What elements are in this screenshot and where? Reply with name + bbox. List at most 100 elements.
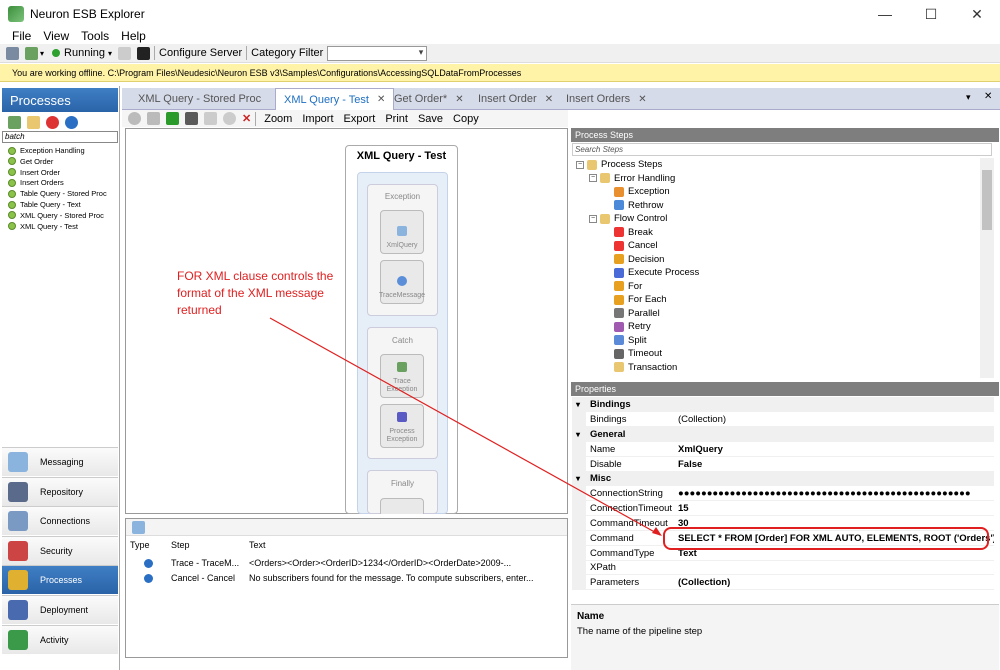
copy-button[interactable]: Copy [453,113,479,125]
collapse-icon[interactable]: − [576,160,584,169]
process-exception-step[interactable]: Process Exception [380,404,424,448]
tab-insert-order[interactable]: Insert Order ✕ [470,88,561,110]
deploy-icon[interactable] [25,46,38,60]
process-search-input[interactable]: batch [2,131,118,143]
configure-server-button[interactable]: Configure Server [159,47,242,59]
process-item[interactable]: Insert Order [8,168,60,177]
close-icon[interactable]: ✕ [545,94,553,105]
copy-icon[interactable] [132,521,145,534]
running-status[interactable]: Running [64,47,105,59]
process-item[interactable]: Insert Orders [8,178,64,187]
property-row[interactable]: Bindings (Collection) [572,412,994,427]
property-value[interactable]: (Collection) [678,412,994,427]
import-button[interactable]: Import [302,113,333,125]
property-value[interactable]: ●●●●●●●●●●●●●●●●●●●●●●●●●●●●●●●●●●●●●●●●… [678,486,994,501]
delete-icon[interactable] [46,115,59,129]
property-category[interactable]: ▾ General [572,426,994,442]
stop-icon[interactable] [128,112,141,125]
step-item[interactable]: Split [614,335,646,346]
property-value[interactable]: (Collection) [678,575,994,590]
property-row[interactable]: XPath [572,560,994,576]
property-row[interactable]: Name XmlQuery [572,441,994,457]
search-steps-input[interactable]: Search Steps [572,143,992,156]
step-group[interactable]: − Flow Control [589,213,667,224]
step-group[interactable]: − Error Handling [589,173,675,184]
finally-step[interactable] [380,498,424,514]
property-row[interactable]: ConnectionTimeout 15 [572,501,994,517]
nav-activity[interactable]: Activity [2,624,118,654]
process-item[interactable]: Table Query - Stored Proc [8,189,107,198]
tab-xml-query-test[interactable]: XML Query - Test ✕ [275,88,395,110]
close-tab-icon[interactable]: ✕ [984,91,992,102]
tab-list-icon[interactable]: ▾ [966,92,971,103]
tab-insert-orders[interactable]: Insert Orders ✕ [558,88,655,110]
info-icon[interactable] [65,115,78,129]
print-button[interactable]: Print [385,113,408,125]
nav-connections[interactable]: Connections [2,506,118,536]
process-item[interactable]: XML Query - Test [8,222,78,231]
process-item[interactable]: Table Query - Text [8,200,81,209]
step-item[interactable]: Break [614,227,653,238]
step-item[interactable]: Rethrow [614,200,663,211]
collapse-icon[interactable]: − [589,214,597,223]
collapse-icon[interactable]: ▾ [576,471,580,486]
menu-view[interactable]: View [43,29,69,43]
collapse-icon[interactable]: ▾ [576,397,580,412]
xmlquery-step[interactable]: XmlQuery [380,210,424,254]
minimize-button[interactable]: — [862,0,908,28]
nav-repository[interactable]: Repository [2,476,118,506]
maximize-button[interactable]: ☐ [908,0,954,28]
tracemessage-step[interactable]: TraceMessage [379,260,425,304]
chevron-down-icon[interactable]: ▾ [40,49,44,58]
save-icon[interactable] [6,46,19,60]
nav-messaging[interactable]: Messaging [2,447,118,476]
folder-icon[interactable] [27,115,40,129]
nav-deployment[interactable]: Deployment [2,595,118,624]
menu-tools[interactable]: Tools [81,29,109,43]
play-icon[interactable] [166,112,179,125]
loop-icon[interactable] [147,112,160,125]
nav-security[interactable]: Security [2,535,118,565]
property-row[interactable]: ConnectionString ●●●●●●●●●●●●●●●●●●●●●●●●… [572,486,994,502]
step-item[interactable]: Timeout [614,348,662,359]
property-value[interactable]: 15 [678,501,994,516]
log-row[interactable]: Trace - TraceM... <Orders><Order><OrderI… [126,556,567,571]
step-item[interactable]: Parallel [614,308,660,319]
zoom-button[interactable]: Zoom [264,113,292,125]
export-button[interactable]: Export [344,113,376,125]
close-button[interactable]: ✕ [954,0,1000,28]
step-item[interactable]: For [614,281,642,292]
category-filter-select[interactable] [327,45,428,61]
property-row[interactable]: Disable False [572,456,994,472]
step-icon[interactable] [204,112,217,125]
menu-help[interactable]: Help [121,29,146,43]
save-button[interactable]: Save [418,113,443,125]
process-item[interactable]: Exception Handling [8,146,85,155]
debug-icon[interactable] [185,112,198,125]
close-icon[interactable]: ✕ [377,94,385,105]
property-value[interactable]: False [678,457,994,472]
info-icon[interactable] [118,46,132,60]
step-item[interactable]: Exception [614,186,670,197]
log-row[interactable]: Cancel - Cancel No subscribers found for… [126,571,567,586]
nav-processes[interactable]: Processes [2,565,118,595]
step-item[interactable]: Execute Process [614,267,699,278]
cancel-icon[interactable]: ✕ [242,112,251,125]
step-item[interactable]: Retry [614,321,651,332]
new-process-icon[interactable] [8,115,21,129]
chevron-down-icon[interactable]: ▾ [108,49,112,58]
process-item[interactable]: XML Query - Stored Proc [8,211,104,220]
step-item[interactable]: Cancel [614,240,658,251]
step-item[interactable]: Transaction [614,362,677,373]
trace-exception-step[interactable]: Trace Exception [380,354,424,398]
process-item[interactable]: Get Order [8,157,53,166]
property-category[interactable]: ▾ Bindings [572,397,994,412]
console-icon[interactable] [137,46,151,60]
tab-get-order-[interactable]: Get Order* ✕ [386,88,472,110]
record-icon[interactable] [223,112,236,125]
property-row[interactable]: Parameters (Collection) [572,575,994,591]
menu-file[interactable]: File [12,29,31,43]
collapse-icon[interactable]: − [589,174,597,182]
close-icon[interactable]: ✕ [455,94,463,105]
step-item[interactable]: For Each [614,294,667,305]
